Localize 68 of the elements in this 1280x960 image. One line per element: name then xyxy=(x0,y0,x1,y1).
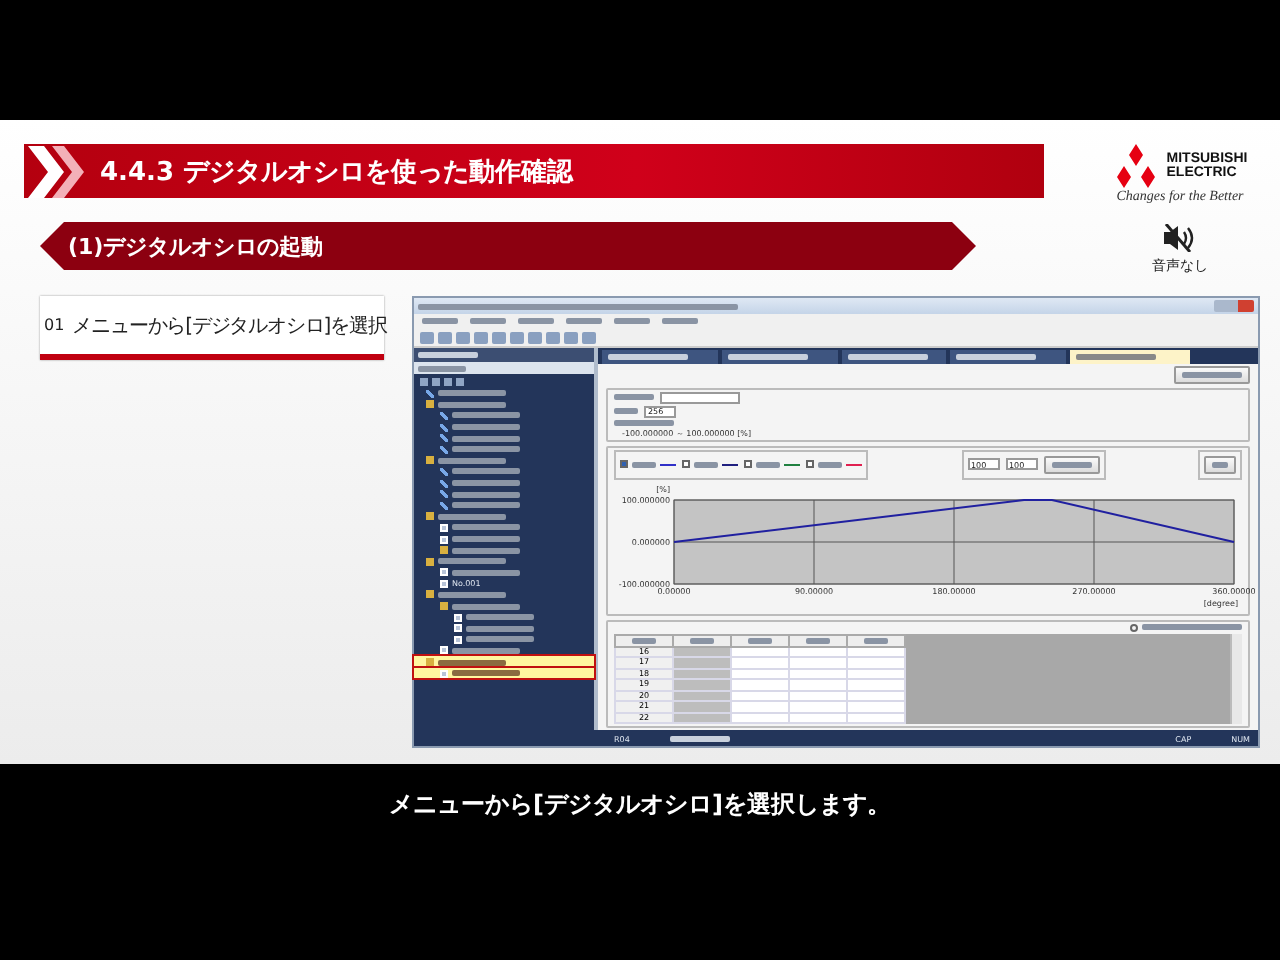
tree-label xyxy=(452,491,520,498)
blurred-text xyxy=(818,461,842,467)
tree-label xyxy=(452,547,520,554)
step-text: メニューから[デジタルオシロ]を選択 xyxy=(72,313,387,339)
tree-label xyxy=(452,536,520,543)
document-tab[interactable] xyxy=(722,349,838,363)
tree-label xyxy=(466,614,534,621)
pencil-icon xyxy=(426,389,434,398)
tree-label xyxy=(452,468,520,475)
blurred-text xyxy=(632,461,656,467)
document-tab[interactable] xyxy=(950,349,1066,363)
tree-row[interactable] xyxy=(414,667,594,679)
tree-label xyxy=(452,603,520,610)
window-icon xyxy=(440,669,448,678)
tree-label xyxy=(452,670,520,677)
method-field[interactable] xyxy=(660,391,740,403)
scrollbar[interactable] xyxy=(1230,633,1242,724)
mute-icon xyxy=(1162,224,1198,252)
tree-label xyxy=(466,625,534,632)
tree-label xyxy=(452,480,520,487)
tree-label xyxy=(452,647,520,654)
blurred-text xyxy=(669,735,730,741)
tree-label xyxy=(452,412,520,419)
tree-label xyxy=(438,457,506,464)
tree-label xyxy=(452,502,520,509)
tree-label xyxy=(452,424,520,431)
tree-label xyxy=(438,390,506,397)
folder-icon xyxy=(426,512,434,521)
caption-text: メニューから[デジタルオシロ]を選択します。 xyxy=(389,788,891,820)
blurred-text xyxy=(418,365,466,371)
tree-label xyxy=(438,513,506,520)
blurred-text xyxy=(756,461,780,467)
tree-label xyxy=(466,636,534,643)
show-button[interactable] xyxy=(1204,455,1236,473)
tree-label xyxy=(452,435,520,442)
tree-label xyxy=(452,446,520,453)
tree-row[interactable] xyxy=(414,656,594,668)
legend-checkbox[interactable] xyxy=(744,460,752,468)
legend-checkbox[interactable] xyxy=(620,460,628,468)
tree-label xyxy=(438,558,506,565)
step-number: 01 xyxy=(44,316,65,334)
zoom-reset-button[interactable] xyxy=(1043,455,1099,473)
folder-icon xyxy=(426,400,434,409)
slide-title: 4.4.3 デジタルオシロを使った動作確認 xyxy=(100,155,574,189)
blurred-text xyxy=(1142,624,1242,630)
blurred-text xyxy=(694,461,718,467)
document-tab[interactable] xyxy=(1070,349,1190,363)
section-title: (1)デジタルオシロの起動 xyxy=(68,231,324,261)
legend-checkbox[interactable] xyxy=(806,460,814,468)
blurred-text xyxy=(614,419,674,425)
legend-checkbox[interactable] xyxy=(682,460,690,468)
blurred-text xyxy=(418,352,478,358)
blurred-text xyxy=(614,408,638,414)
window-controls-icon[interactable] xyxy=(1214,300,1254,312)
tree-label xyxy=(438,659,506,666)
document-tab[interactable] xyxy=(602,349,718,363)
blurred-text xyxy=(614,394,654,400)
chevron-icon xyxy=(24,145,84,197)
reset-button[interactable] xyxy=(1174,365,1250,383)
tree-label xyxy=(452,569,520,576)
folder-icon xyxy=(426,658,434,667)
logo-icon xyxy=(1112,144,1161,188)
tree-label xyxy=(438,591,506,598)
option-radio[interactable] xyxy=(1130,623,1138,631)
folder-icon xyxy=(426,456,434,465)
document-tab[interactable] xyxy=(842,349,946,363)
tree-label xyxy=(452,524,520,531)
tree-label xyxy=(438,401,506,408)
